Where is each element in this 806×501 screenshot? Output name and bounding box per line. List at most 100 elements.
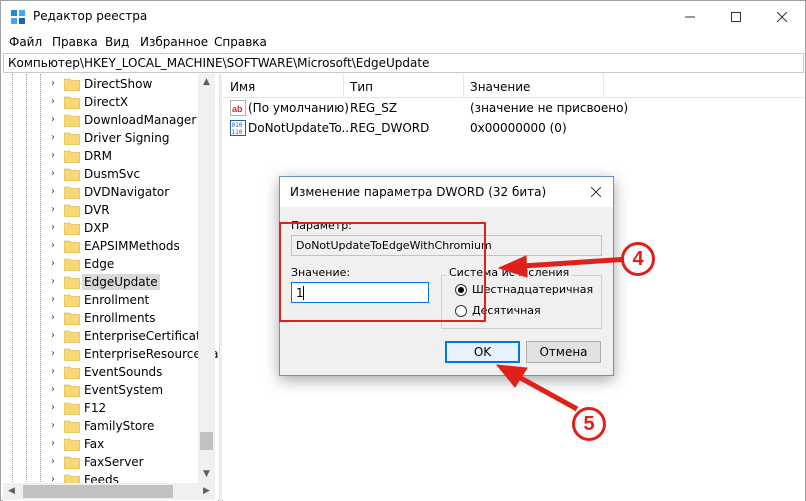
- tree-item[interactable]: › DRM: [3, 147, 203, 165]
- folder-icon: [64, 168, 80, 181]
- column-separator[interactable]: [343, 74, 344, 98]
- expand-arrow-icon[interactable]: ›: [51, 454, 61, 470]
- expand-arrow-icon[interactable]: ›: [51, 238, 61, 254]
- tree-item[interactable]: › DXP: [3, 219, 203, 237]
- expand-arrow-icon[interactable]: ›: [51, 364, 61, 380]
- scroll-thumb[interactable]: [200, 432, 213, 450]
- expand-arrow-icon[interactable]: ›: [51, 346, 61, 362]
- tree-item-label: Driver Signing: [84, 131, 170, 145]
- folder-icon: [64, 348, 80, 361]
- tree-item[interactable]: › FaxServer: [3, 453, 203, 471]
- column-separator[interactable]: [463, 74, 464, 98]
- tree-item[interactable]: › EdgeUpdate: [3, 273, 203, 291]
- maximize-icon: [731, 11, 741, 22]
- column-name-header[interactable]: Имя: [230, 80, 255, 94]
- menu-help[interactable]: Справка: [214, 35, 267, 49]
- expand-arrow-icon[interactable]: ›: [51, 436, 61, 452]
- tree-item[interactable]: › EnterpriseResourceMa: [3, 345, 218, 363]
- address-bar[interactable]: Компьютер\HKEY_LOCAL_MACHINE\SOFTWARE\Mi…: [3, 53, 804, 73]
- expand-arrow-icon[interactable]: ›: [51, 148, 61, 164]
- expand-arrow-icon[interactable]: ›: [51, 292, 61, 308]
- ok-button[interactable]: OK: [445, 341, 520, 363]
- expand-arrow-icon[interactable]: ›: [51, 382, 61, 398]
- menu-view[interactable]: Вид: [105, 35, 129, 49]
- expand-arrow-icon[interactable]: ›: [51, 418, 61, 434]
- scroll-thumb[interactable]: [23, 485, 173, 498]
- tree-item-label: FamilyStore: [84, 419, 155, 433]
- scroll-up-icon[interactable]: ▲: [198, 74, 215, 91]
- svg-text:110: 110: [232, 129, 243, 136]
- value-data: 0x00000000 (0): [470, 121, 567, 135]
- tree-item[interactable]: › Enrollment: [3, 291, 203, 309]
- folder-icon: [64, 294, 80, 307]
- tree-item[interactable]: › Edge: [3, 255, 203, 273]
- menu-favorites[interactable]: Избранное: [140, 35, 208, 49]
- cancel-button[interactable]: Отмена: [526, 341, 601, 363]
- tree-item[interactable]: › DVR: [3, 201, 203, 219]
- tree-item[interactable]: › Driver Signing: [3, 129, 203, 147]
- hex-radio-label[interactable]: Шестнадцатеричная: [472, 283, 593, 296]
- svg-text:ab: ab: [232, 104, 243, 114]
- expand-arrow-icon[interactable]: ›: [51, 220, 61, 236]
- expand-arrow-icon[interactable]: ›: [51, 76, 61, 92]
- step-4-badge: 4: [621, 242, 655, 276]
- scroll-down-icon[interactable]: ▼: [198, 466, 215, 483]
- dialog-close-button[interactable]: [584, 181, 608, 203]
- expand-arrow-icon[interactable]: ›: [51, 274, 61, 290]
- tree-item-label: EventSounds: [84, 365, 163, 379]
- step-5-badge: 5: [572, 407, 606, 441]
- menu-file[interactable]: Файл: [9, 35, 42, 49]
- tree-item[interactable]: › EventSounds: [3, 363, 203, 381]
- expand-arrow-icon[interactable]: ›: [51, 400, 61, 416]
- column-value-header[interactable]: Значение: [470, 80, 530, 94]
- minimize-button[interactable]: [667, 1, 713, 32]
- tree-item-label: DVR: [84, 203, 110, 217]
- close-icon: [591, 187, 601, 197]
- expand-arrow-icon[interactable]: ›: [51, 94, 61, 110]
- pane-splitter[interactable]: [219, 74, 222, 501]
- list-row[interactable]: ab (По умолчанию) REG_SZ (значение не пр…: [223, 98, 805, 118]
- tree-item[interactable]: › DirectShow: [3, 75, 203, 93]
- dialog-title-bar: Изменение параметра DWORD (32 бита): [280, 177, 613, 207]
- tree-item-label: Edge: [84, 257, 115, 271]
- value-type: REG_DWORD: [350, 121, 430, 135]
- expand-arrow-icon[interactable]: ›: [51, 184, 61, 200]
- tree-vertical-scrollbar[interactable]: ▲ ▼: [198, 74, 215, 483]
- expand-arrow-icon[interactable]: ›: [51, 310, 61, 326]
- tree-item[interactable]: › EAPSIMMethods: [3, 237, 203, 255]
- tree-item[interactable]: › Fax: [3, 435, 203, 453]
- maximize-button[interactable]: [713, 1, 759, 32]
- folder-icon: [64, 384, 80, 397]
- folder-icon: [64, 330, 80, 343]
- folder-icon: [64, 312, 80, 325]
- regedit-icon: [11, 10, 25, 24]
- column-type-header[interactable]: Тип: [350, 80, 373, 94]
- close-button[interactable]: [759, 1, 805, 32]
- scroll-right-icon[interactable]: ▶: [198, 483, 215, 500]
- tree-item[interactable]: › EnterpriseCertificates: [3, 327, 214, 345]
- folder-icon: [64, 114, 80, 127]
- expand-arrow-icon[interactable]: ›: [51, 202, 61, 218]
- folder-icon: [64, 186, 80, 199]
- menu-edit[interactable]: Правка: [52, 35, 98, 49]
- tree-item[interactable]: › FamilyStore: [3, 417, 203, 435]
- tree-item[interactable]: › DownloadManager: [3, 111, 203, 129]
- tree-item[interactable]: › Enrollments: [3, 309, 203, 327]
- tree-item[interactable]: › DirectX: [3, 93, 203, 111]
- folder-icon: [64, 96, 80, 109]
- tree-item[interactable]: › EventSystem: [3, 381, 203, 399]
- tree-item[interactable]: › DVDNavigator: [3, 183, 203, 201]
- expand-arrow-icon[interactable]: ›: [51, 130, 61, 146]
- expand-arrow-icon[interactable]: ›: [51, 328, 61, 344]
- tree-item[interactable]: › DusmSvc: [3, 165, 203, 183]
- expand-arrow-icon[interactable]: ›: [51, 166, 61, 182]
- string-value-icon: ab: [230, 100, 246, 116]
- expand-arrow-icon[interactable]: ›: [51, 112, 61, 128]
- tree-horizontal-scrollbar[interactable]: ◀ ▶: [3, 483, 215, 500]
- scroll-left-icon[interactable]: ◀: [3, 483, 20, 500]
- tree-item[interactable]: › F12: [3, 399, 203, 417]
- folder-icon: [64, 258, 80, 271]
- list-row[interactable]: 010 110 DoNotUpdateTo... REG_DWORD 0x000…: [223, 118, 805, 138]
- column-separator[interactable]: [603, 74, 604, 98]
- expand-arrow-icon[interactable]: ›: [51, 256, 61, 272]
